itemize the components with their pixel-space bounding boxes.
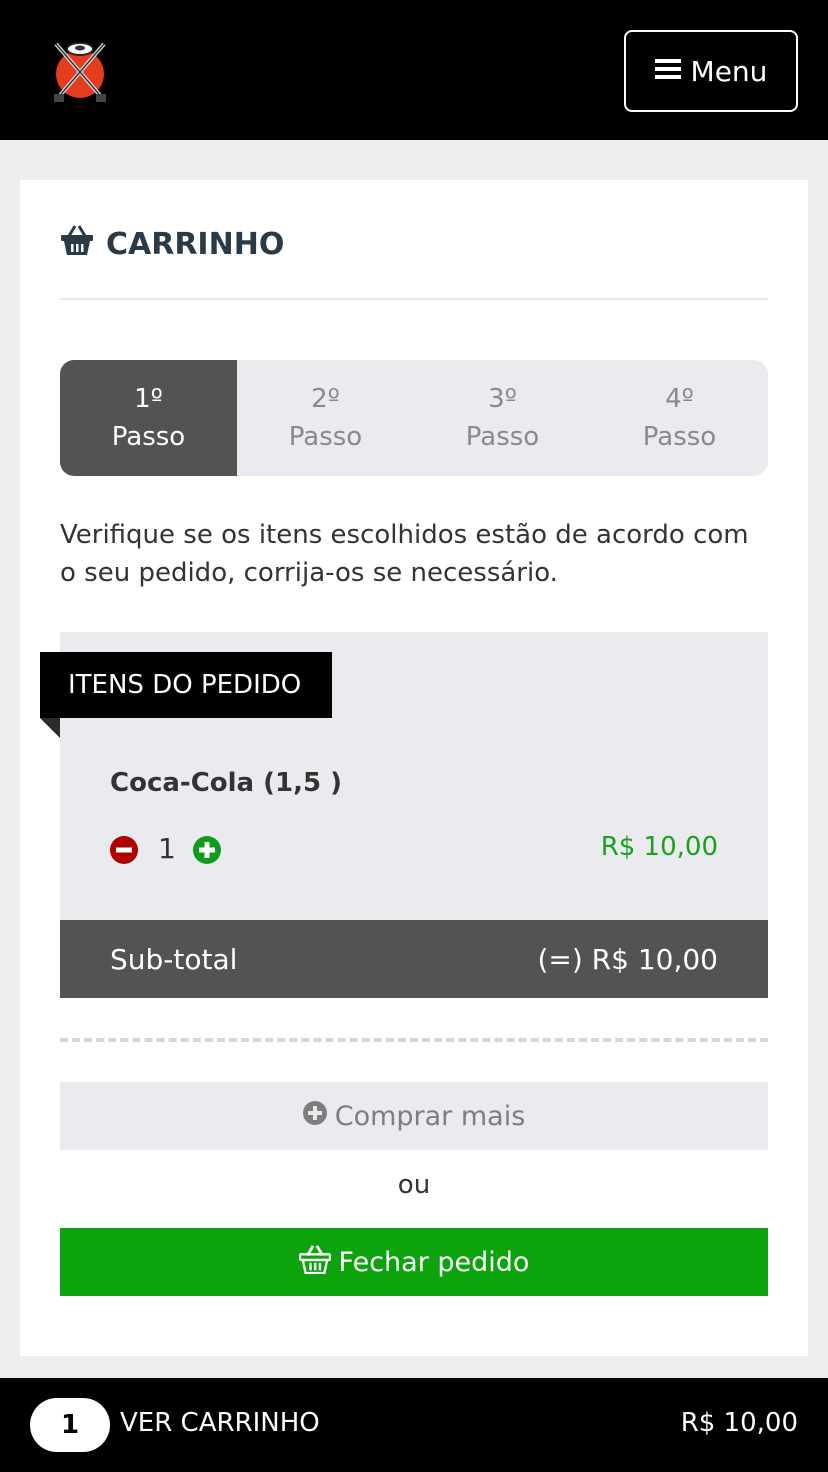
item-name: Coca-Cola (1,5 ): [110, 768, 343, 798]
step-3[interactable]: 3º Passo: [414, 360, 591, 476]
subtotal-value: (=) R$ 10,00: [537, 942, 718, 976]
top-navbar: Menu: [0, 0, 828, 140]
cart-summary-bar[interactable]: 1 VER CARRINHO R$ 10,00: [0, 1378, 828, 1472]
subtotal-bar: Sub-total (=) R$ 10,00: [60, 920, 768, 998]
ribbon-fold: [40, 718, 60, 738]
menu-label: Menu: [690, 54, 768, 88]
menu-button[interactable]: Menu: [624, 30, 798, 112]
order-items-box: ITENS DO PEDIDO Coca-Cola (1,5 ) 1 R$ 10…: [40, 632, 768, 920]
buy-more-label: Comprar mais: [334, 1100, 526, 1132]
cart-card: CARRINHO 1º Passo 2º Passo 3º Passo 4º P…: [20, 180, 808, 1356]
basket-icon: [60, 224, 94, 264]
basket-icon: [298, 1244, 331, 1281]
step-label: Passo: [111, 422, 186, 452]
subtotal-label: Sub-total: [110, 942, 238, 976]
title-divider: [60, 298, 768, 300]
cart-title: CARRINHO: [60, 224, 284, 264]
step-label: Passo: [642, 422, 717, 452]
step-4[interactable]: 4º Passo: [591, 360, 768, 476]
plus-circle-icon: [302, 1100, 327, 1132]
step-number: 3º: [488, 384, 517, 414]
step-label: Passo: [465, 422, 540, 452]
minus-circle-icon[interactable]: [110, 836, 138, 864]
item-price: R$ 10,00: [600, 832, 718, 862]
cart-count-badge: 1: [30, 1398, 110, 1452]
step-number: 2º: [311, 384, 340, 414]
cart-title-label: CARRINHO: [106, 226, 285, 262]
hamburger-icon: [654, 55, 681, 88]
intro-text: Verifique se os itens escolhidos estão d…: [60, 520, 749, 588]
items-heading: ITENS DO PEDIDO: [40, 652, 332, 718]
dashed-divider: [60, 1038, 768, 1042]
plus-circle-icon[interactable]: [193, 836, 221, 864]
samurai-logo-icon[interactable]: [50, 36, 110, 106]
cart-total: R$ 10,00: [680, 1408, 798, 1438]
step-2[interactable]: 2º Passo: [237, 360, 414, 476]
item-quantity: 1: [158, 832, 176, 865]
buy-more-button[interactable]: Comprar mais: [60, 1082, 768, 1150]
checkout-steps: 1º Passo 2º Passo 3º Passo 4º Passo: [60, 360, 768, 476]
step-label: Passo: [288, 422, 363, 452]
step-number: 4º: [665, 384, 694, 414]
step-1[interactable]: 1º Passo: [60, 360, 237, 476]
close-order-label: Fechar pedido: [338, 1246, 530, 1278]
or-separator: ou: [397, 1170, 431, 1200]
close-order-button[interactable]: Fechar pedido: [60, 1228, 768, 1296]
view-cart-link[interactable]: VER CARRINHO: [120, 1408, 320, 1438]
step-number: 1º: [134, 384, 163, 414]
